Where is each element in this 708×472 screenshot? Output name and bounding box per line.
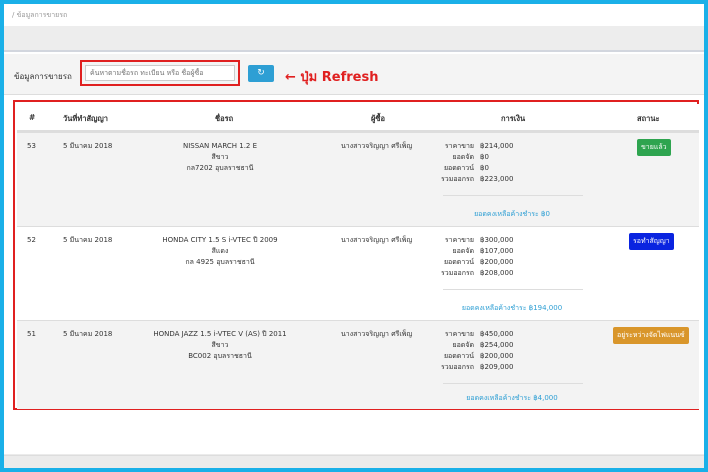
car-info: HONDA CITY 1.5 S i-VTEC ปี 2009 สีแดง กล…: [130, 235, 310, 268]
financed-value: ฿254,000: [480, 341, 514, 349]
price-value: ฿214,000: [480, 142, 514, 150]
contract-date: 5 มีนาคม 2018: [63, 236, 113, 244]
down-line: ยอดดาวน์ ฿200,000: [443, 258, 514, 266]
sales-panel: ข้อมูลการขายรถ ↻ ← ปุ่ม Refresh # วันที่…: [4, 50, 704, 454]
price-value: ฿300,000: [480, 236, 514, 244]
car-plate: กล 4925 อุบลราชธานี: [185, 258, 255, 266]
car-name: HONDA CITY 1.5 S i-VTEC ปี 2009: [162, 236, 278, 244]
total-line: รวมออกรถ ฿208,000: [441, 269, 514, 277]
header-finance: การเงิน: [501, 114, 526, 123]
total-line: รวมออกรถ ฿223,000: [441, 175, 514, 183]
total-value: ฿223,000: [480, 175, 514, 183]
car-name: HONDA JAZZ 1.5 i-VTEC V (AS) ปี 2011: [153, 330, 287, 338]
status-badge: อยู่ระหว่างจัดไฟแนนซ์: [613, 327, 689, 344]
balance-link[interactable]: ยอดคงเหลือค้างชำระ ฿4,000: [432, 393, 592, 404]
table-row[interactable]: 51 5 มีนาคม 2018 HONDA JAZZ 1.5 i-VTEC V…: [17, 320, 699, 409]
total-line: รวมออกรถ ฿209,000: [441, 363, 514, 371]
financed-line: ยอดจัด ฿254,000: [452, 341, 514, 349]
price-line: ราคาขาย ฿450,000: [444, 330, 514, 338]
buyer-name: นางสาวจริญญา ศรีเพ็ญ: [341, 236, 413, 244]
table-header: # วันที่ทำสัญญา ชื่อรถ ผู้ซื้อ การเงิน ส…: [17, 104, 699, 132]
financed-value: ฿107,000: [480, 247, 514, 255]
refresh-annotation: ← ปุ่ม Refresh: [285, 70, 379, 85]
car-name: NISSAN MARCH 1.2 E: [182, 142, 258, 150]
car-color: สีขาว: [211, 341, 229, 349]
finance-divider: [443, 289, 583, 290]
row-number: 51: [27, 330, 36, 338]
price-value: ฿450,000: [480, 330, 514, 338]
header-strip: [4, 26, 704, 50]
car-plate: BC002 อุบลราชธานี: [188, 352, 252, 360]
refresh-button[interactable]: ↻: [248, 65, 274, 82]
down-line: ยอดดาวน์ ฿0: [443, 164, 489, 172]
contract-date: 5 มีนาคม 2018: [63, 330, 113, 338]
buyer-name: นางสาวจริญญา ศรีเพ็ญ: [341, 330, 413, 338]
table-row[interactable]: 53 5 มีนาคม 2018 NISSAN MARCH 1.2 E สีขา…: [17, 132, 699, 226]
down-value: ฿200,000: [480, 258, 514, 266]
header-status: สถานะ: [637, 114, 660, 123]
table-row[interactable]: 52 5 มีนาคม 2018 HONDA CITY 1.5 S i-VTEC…: [17, 226, 699, 320]
down-value: ฿200,000: [480, 352, 514, 360]
finance-divider: [443, 195, 583, 196]
header-car-name: ชื่อรถ: [215, 114, 234, 123]
header-contract-date: วันที่ทำสัญญา: [63, 114, 109, 123]
breadcrumb[interactable]: / ข้อมูลการขายรถ: [12, 10, 67, 21]
breadcrumb-bar: / ข้อมูลการขายรถ: [4, 4, 704, 26]
sales-table: # วันที่ทำสัญญา ชื่อรถ ผู้ซื้อ การเงิน ส…: [13, 100, 699, 410]
filter-row: ข้อมูลการขายรถ ↻ ← ปุ่ม Refresh: [4, 54, 704, 95]
price-line: ราคาขาย ฿214,000: [444, 142, 514, 150]
car-info: HONDA JAZZ 1.5 i-VTEC V (AS) ปี 2011 สีข…: [130, 329, 310, 362]
status-badge: ขายแล้ว: [637, 139, 671, 156]
filter-label: ข้อมูลการขายรถ: [14, 72, 72, 81]
row-number: 53: [27, 142, 36, 150]
refresh-icon: ↻: [257, 68, 265, 78]
search-input[interactable]: [85, 65, 235, 81]
financed-line: ยอดจัด ฿107,000: [452, 247, 514, 255]
financed-value: ฿0: [480, 153, 489, 161]
header-buyer: ผู้ซื้อ: [371, 114, 385, 123]
down-line: ยอดดาวน์ ฿200,000: [443, 352, 514, 360]
total-value: ฿208,000: [480, 269, 514, 277]
contract-date: 5 มีนาคม 2018: [63, 142, 113, 150]
financed-line: ยอดจัด ฿0: [452, 153, 489, 161]
footer-divider: [4, 455, 704, 456]
header-number: #: [29, 113, 36, 122]
finance-divider: [443, 383, 583, 384]
down-value: ฿0: [480, 164, 489, 172]
balance-link[interactable]: ยอดคงเหลือค้างชำระ ฿194,000: [432, 303, 592, 314]
balance-link[interactable]: ยอดคงเหลือค้างชำระ ฿0: [432, 209, 592, 220]
buyer-name: นางสาวจริญญา ศรีเพ็ญ: [341, 142, 413, 150]
price-line: ราคาขาย ฿300,000: [444, 236, 514, 244]
car-info: NISSAN MARCH 1.2 E สีขาว กล7202 อุบลราชธ…: [130, 141, 310, 174]
car-color: สีแดง: [211, 247, 229, 255]
status-badge: รอทำสัญญา: [629, 233, 674, 250]
car-color: สีขาว: [211, 153, 229, 161]
row-number: 52: [27, 236, 36, 244]
car-plate: กล7202 อุบลราชธานี: [186, 164, 254, 172]
total-value: ฿209,000: [480, 363, 514, 371]
